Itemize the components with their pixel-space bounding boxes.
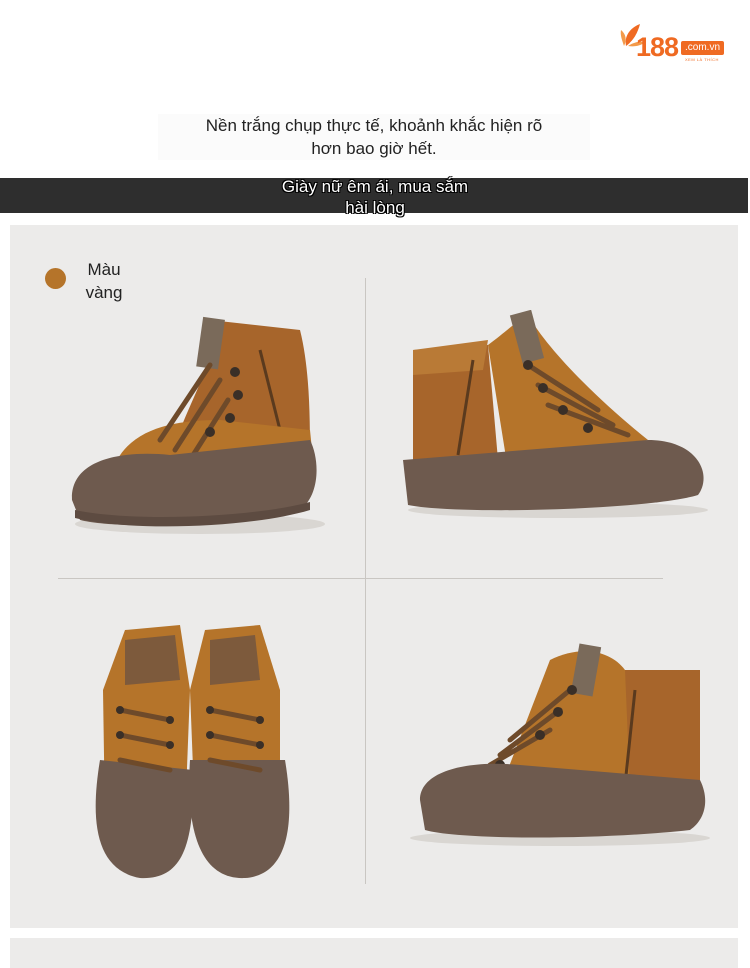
caption-line-1: Nền trắng chụp thực tế, khoảnh khắc hiện… (205, 116, 543, 135)
shoe-photo-side-front-right (410, 643, 710, 846)
caption-line-2: hơn bao giờ hết. (311, 139, 437, 158)
logo-number: 188 (636, 32, 679, 62)
banner-line-1: Giày nữ êm ái, mua sắm (281, 177, 469, 196)
promo-banner-text: Giày nữ êm ái, mua sắm hài lòng (248, 176, 502, 218)
next-section-strip (10, 938, 738, 968)
shoe-photo-side-right (403, 310, 708, 518)
logo-domain: .com.vn (681, 41, 725, 55)
shoe-photo-side-left (71, 316, 325, 534)
banner-line-2: hài lòng (345, 198, 405, 217)
shoe-photo-front-pair (95, 625, 290, 879)
grid-divider-vertical (365, 278, 366, 884)
grid-divider-horizontal (58, 578, 663, 579)
color-label-line-2: vàng (85, 283, 123, 302)
color-label-line-1: Màu (87, 260, 121, 279)
intro-caption: Nền trắng chụp thực tế, khoảnh khắc hiện… (158, 114, 590, 160)
color-label: Màu vàng (74, 258, 134, 304)
brand-logo[interactable]: 188 .com.vn XEM LÀ THÍCH (618, 22, 736, 70)
logo-tagline: XEM LÀ THÍCH (685, 57, 719, 62)
color-swatch[interactable] (45, 268, 66, 289)
